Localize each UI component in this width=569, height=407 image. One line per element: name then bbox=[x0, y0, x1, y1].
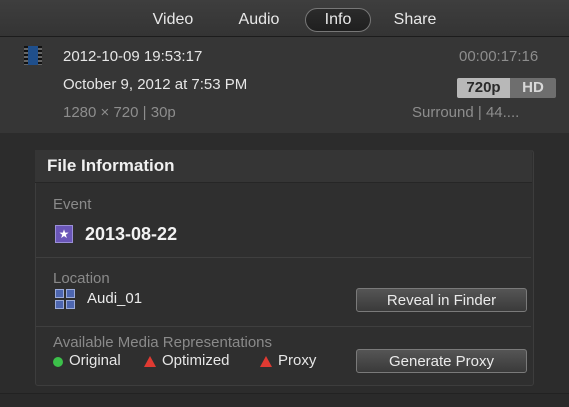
media-representations-label: Available Media Representations bbox=[53, 334, 273, 351]
clip-video-specs: 1280 × 720 | 30p bbox=[63, 104, 176, 121]
green-dot-icon bbox=[53, 357, 63, 367]
reveal-in-finder-button[interactable]: Reveal in Finder bbox=[356, 288, 527, 312]
event-name: 2013-08-22 bbox=[85, 224, 178, 244]
tab-info[interactable]: Info bbox=[305, 8, 371, 32]
rep-proxy: Proxy bbox=[278, 352, 317, 369]
red-triangle-icon bbox=[260, 356, 272, 367]
location-name: Audi_01 bbox=[87, 290, 143, 307]
bottom-strip bbox=[0, 393, 569, 407]
event-label: Event bbox=[53, 196, 92, 213]
clip-name: 2012-10-09 19:53:17 bbox=[63, 48, 203, 65]
inspector-window: Video Audio Info Share 2012-10-09 19:53:… bbox=[0, 0, 569, 407]
rep-optimized: Optimized bbox=[162, 352, 230, 369]
generate-proxy-button[interactable]: Generate Proxy bbox=[356, 349, 527, 373]
location-label: Location bbox=[53, 270, 110, 287]
tab-video[interactable]: Video bbox=[138, 9, 208, 31]
clip-timecode: 00:00:17:16 bbox=[459, 48, 539, 65]
format-hd-badge: HD bbox=[510, 78, 556, 98]
divider bbox=[36, 326, 531, 327]
tab-audio[interactable]: Audio bbox=[226, 9, 292, 31]
panel-title: File Information bbox=[47, 156, 175, 175]
library-grid-icon bbox=[55, 289, 75, 309]
film-strip-icon bbox=[24, 46, 42, 65]
star-icon: ★ bbox=[55, 225, 73, 243]
red-triangle-icon bbox=[144, 356, 156, 367]
format-resolution-badge: 720p bbox=[457, 78, 510, 98]
clip-date: October 9, 2012 at 7:53 PM bbox=[63, 76, 248, 93]
tab-share[interactable]: Share bbox=[384, 9, 446, 31]
divider bbox=[36, 257, 531, 258]
clip-audio-specs: Surround | 44.... bbox=[412, 104, 520, 121]
rep-original: Original bbox=[69, 352, 121, 369]
inspector-tab-bar: Video Audio Info Share bbox=[0, 0, 569, 37]
